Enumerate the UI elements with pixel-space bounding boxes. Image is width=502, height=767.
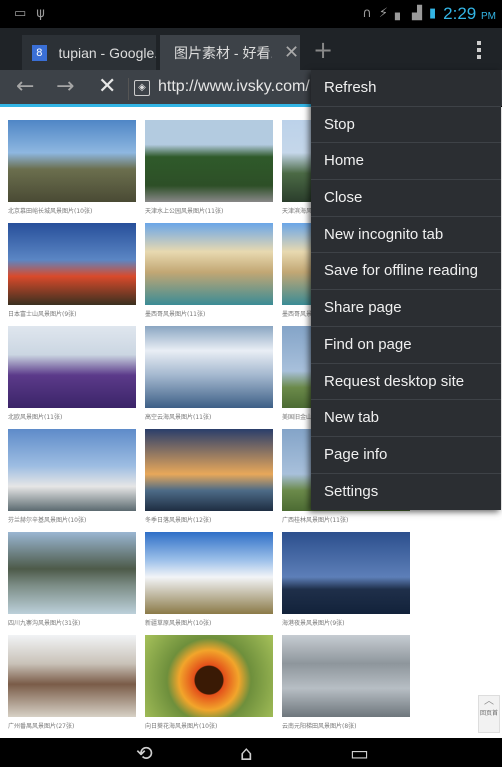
tab-google[interactable]: 8 tupian - Google... xyxy=(22,35,156,70)
overflow-menu-icon[interactable] xyxy=(475,41,483,62)
nav-recent-apps-icon[interactable]: ▭ xyxy=(350,741,369,765)
divider xyxy=(128,78,129,100)
battery-icon: ▮ xyxy=(429,6,437,21)
chevron-up-icon: ︿ xyxy=(484,696,494,707)
gallery-caption[interactable]: 四川九寨沟风景图片(31张) xyxy=(8,618,136,627)
status-time: 2:29 PM xyxy=(443,4,496,23)
gallery-caption[interactable]: 海港夜景风景图片(9张) xyxy=(282,618,410,627)
gallery-caption[interactable]: 高空云海风景图片(11张) xyxy=(145,412,273,421)
gallery-thumbnail[interactable] xyxy=(282,635,410,717)
stop-loading-icon[interactable]: ✕ xyxy=(98,74,116,99)
menu-item-new-incognito-tab[interactable]: New incognito tab xyxy=(311,217,501,254)
gallery-caption[interactable]: 广西桂林风景图片(11张) xyxy=(282,515,410,524)
gallery-item[interactable]: 北欧风景图片(11张) xyxy=(8,326,136,429)
back-icon[interactable]: ← xyxy=(16,74,34,99)
gallery-item[interactable]: 芬兰赫尔辛基风景图片(10张) xyxy=(8,429,136,532)
gallery-item[interactable]: 向日葵花海风景图片(10张) xyxy=(145,635,273,738)
menu-item-request-desktop-site[interactable]: Request desktop site xyxy=(311,364,501,401)
gallery-thumbnail[interactable] xyxy=(8,532,136,614)
screenshot-icon: ▭ xyxy=(14,6,27,21)
tab-ivsky[interactable]: 图片素材 - 好看... ✕ xyxy=(160,35,300,70)
gallery-caption[interactable]: 云南元阳梯田风景图片(8张) xyxy=(282,721,410,730)
new-tab-button[interactable]: + xyxy=(310,36,336,66)
gallery-caption[interactable]: 日本富士山风景图片(9张) xyxy=(8,309,136,318)
mute-icon: ⚡ xyxy=(378,6,389,21)
gallery-item[interactable]: 海港夜景风景图片(9张) xyxy=(282,532,410,635)
menu-item-find-on-page[interactable]: Find on page xyxy=(311,327,501,364)
gallery-item[interactable]: 日本富士山风景图片(9张) xyxy=(8,223,136,326)
gallery-thumbnail[interactable] xyxy=(8,223,136,305)
gallery-caption[interactable]: 冬季日落风景图片(12张) xyxy=(145,515,273,524)
gallery-caption[interactable]: 天津水上公园风景图片(11张) xyxy=(145,206,273,215)
tab-title: tupian - Google... xyxy=(58,44,156,61)
usb-icon: ψ xyxy=(36,6,45,21)
gallery-thumbnail[interactable] xyxy=(282,532,410,614)
headphones-icon: ∩ xyxy=(362,6,372,21)
menu-item-home[interactable]: Home xyxy=(311,143,501,181)
gallery-caption[interactable]: 墨西哥风景图片(11张) xyxy=(145,309,273,318)
nav-back-icon[interactable]: ⟲ xyxy=(136,741,153,765)
gallery-item[interactable]: 冬季日落风景图片(12张) xyxy=(145,429,273,532)
gallery-caption[interactable]: 广州番禺风景图片(27张) xyxy=(8,721,136,730)
browser-overflow-menu: Refresh Stop Home Close New incognito ta… xyxy=(311,70,501,511)
menu-item-refresh[interactable]: Refresh xyxy=(311,70,501,107)
gallery-thumbnail[interactable] xyxy=(8,326,136,408)
status-bar: ▭ ψ ∩ ⚡ ▖ ▟ ▮ 2:29 PM xyxy=(0,0,502,28)
gallery-item[interactable]: 墨西哥风景图片(11张) xyxy=(145,223,273,326)
gallery-item[interactable]: 新疆草原风景图片(10张) xyxy=(145,532,273,635)
close-tab-icon[interactable]: ✕ xyxy=(284,42,299,63)
gallery-item[interactable]: 高空云海风景图片(11张) xyxy=(145,326,273,429)
signal-icon: ▟ xyxy=(412,6,423,21)
menu-item-close[interactable]: Close xyxy=(311,180,501,217)
menu-item-new-tab[interactable]: New tab xyxy=(311,400,501,437)
forward-icon[interactable]: → xyxy=(56,74,74,99)
nav-home-icon[interactable]: ⌂ xyxy=(240,741,253,765)
tab-title: 图片素材 - 好看... xyxy=(174,44,272,61)
menu-item-settings[interactable]: Settings xyxy=(311,474,501,511)
gallery-item[interactable]: 北京慕田峪长城风景图片(10张) xyxy=(8,120,136,223)
gallery-thumbnail[interactable] xyxy=(8,635,136,717)
gallery-caption[interactable]: 芬兰赫尔辛基风景图片(10张) xyxy=(8,515,136,524)
menu-item-page-info[interactable]: Page info xyxy=(311,437,501,474)
gallery-thumbnail[interactable] xyxy=(145,532,273,614)
gallery-thumbnail[interactable] xyxy=(8,429,136,511)
gallery-thumbnail[interactable] xyxy=(145,326,273,408)
gallery-caption[interactable]: 新疆草原风景图片(10张) xyxy=(145,618,273,627)
menu-item-share-page[interactable]: Share page xyxy=(311,290,501,327)
gallery-thumbnail[interactable] xyxy=(145,635,273,717)
gallery-item[interactable]: 天津水上公园风景图片(11张) xyxy=(145,120,273,223)
gallery-caption[interactable]: 向日葵花海风景图片(10张) xyxy=(145,721,273,730)
menu-item-save-offline[interactable]: Save for offline reading xyxy=(311,253,501,291)
wifi-icon: ▖ xyxy=(395,6,406,21)
gallery-item[interactable]: 广州番禺风景图片(27张) xyxy=(8,635,136,738)
gallery-item[interactable]: 云南元阳梯田风景图片(8张) xyxy=(282,635,410,738)
gallery-caption[interactable]: 北京慕田峪长城风景图片(10张) xyxy=(8,206,136,215)
url-field[interactable]: http://www.ivsky.com/ xyxy=(158,78,310,96)
scroll-to-top-label: 回页首 xyxy=(479,710,498,717)
tab-strip: 8 tupian - Google... 图片素材 - 好看... ✕ + xyxy=(0,28,502,70)
gallery-thumbnail[interactable] xyxy=(145,429,273,511)
site-info-icon[interactable]: ◈ xyxy=(134,80,150,96)
gallery-caption[interactable]: 北欧风景图片(11张) xyxy=(8,412,136,421)
gallery-item[interactable]: 四川九寨沟风景图片(31张) xyxy=(8,532,136,635)
gallery-thumbnail[interactable] xyxy=(145,223,273,305)
google-favicon-icon: 8 xyxy=(32,44,47,61)
scroll-to-top-button[interactable]: ︿ 回页首 xyxy=(478,695,500,733)
gallery-thumbnail[interactable] xyxy=(145,120,273,202)
menu-item-stop[interactable]: Stop xyxy=(311,107,501,144)
system-nav-bar: ⟲ ⌂ ▭ xyxy=(0,738,502,767)
gallery-thumbnail[interactable] xyxy=(8,120,136,202)
